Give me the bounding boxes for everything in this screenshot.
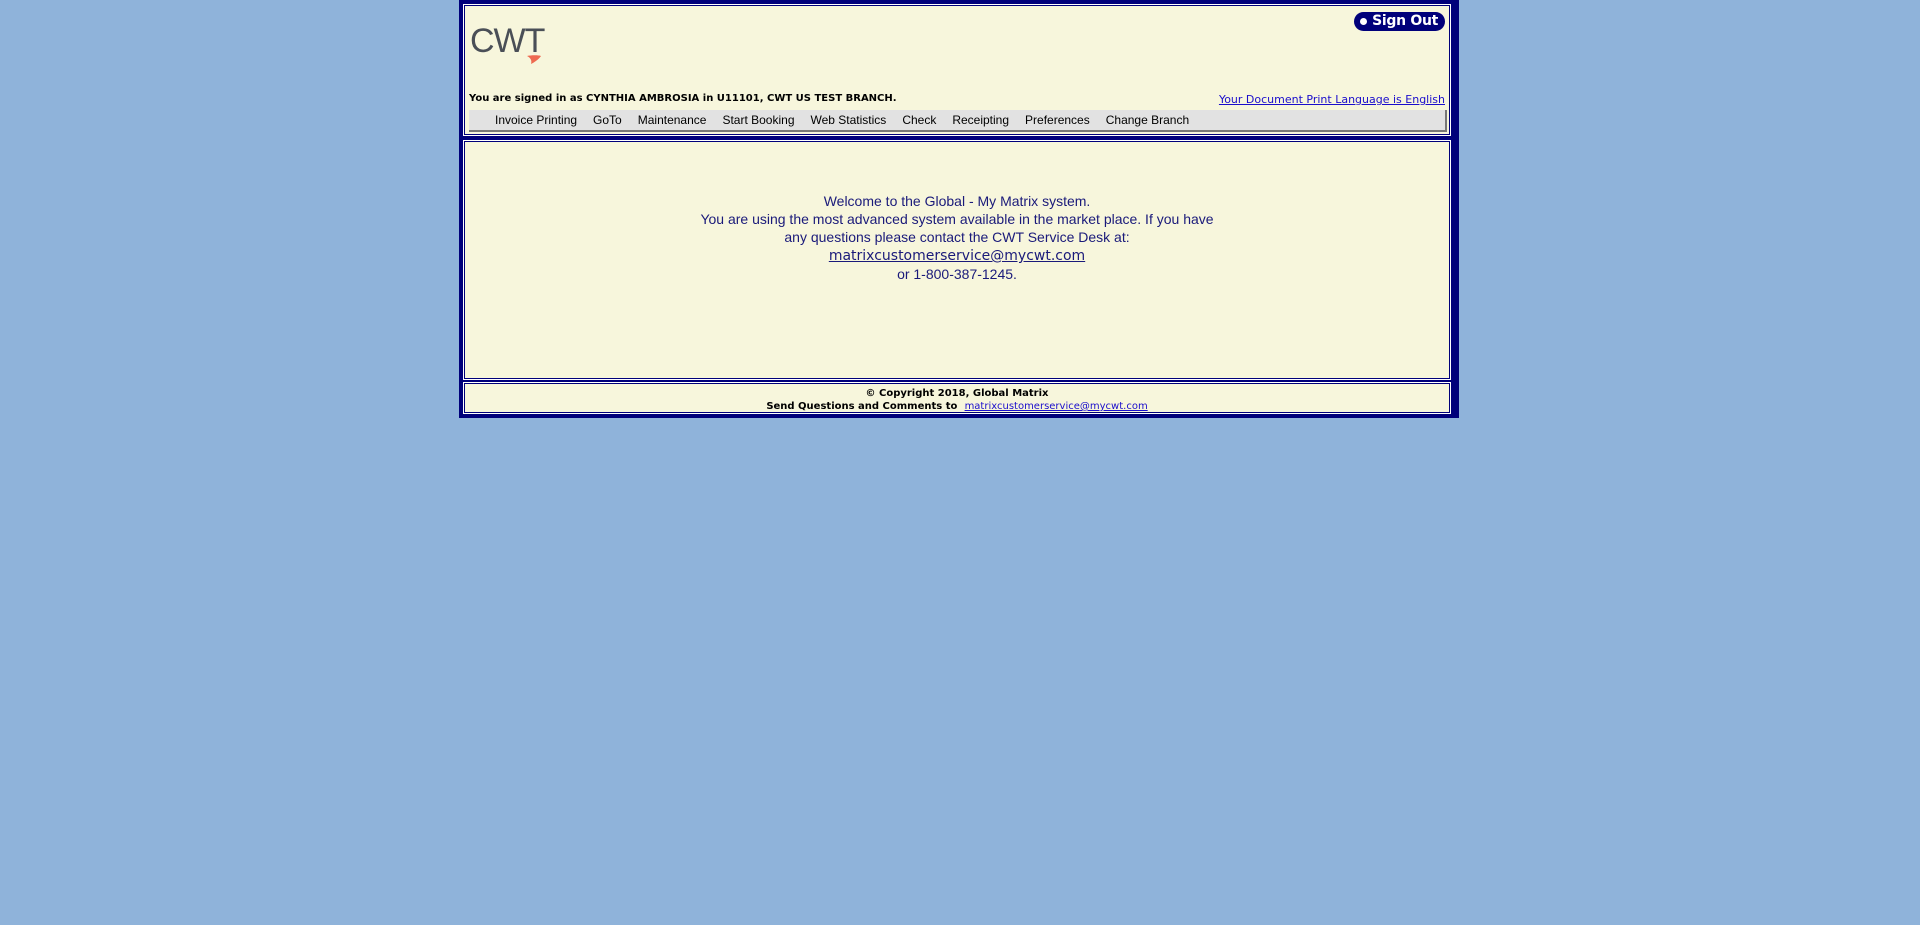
send-questions-line: Send Questions and Comments to matrixcus… <box>465 401 1449 412</box>
menu-item-maintenance[interactable]: Maintenance <box>638 113 707 127</box>
menu-item-check[interactable]: Check <box>902 113 936 127</box>
welcome-details: You are using the most advanced system a… <box>700 211 1214 245</box>
menu-item-invoice-printing[interactable]: Invoice Printing <box>495 113 577 127</box>
send-questions-label: Send Questions and Comments to <box>766 401 958 412</box>
menu-item-preferences[interactable]: Preferences <box>1025 113 1090 127</box>
menu-item-change-branch[interactable]: Change Branch <box>1106 113 1189 127</box>
sign-out-button[interactable]: Sign Out <box>1354 12 1445 31</box>
logo-text: CWT <box>470 22 545 60</box>
welcome-message: Welcome to the Global - My Matrix system… <box>465 192 1449 283</box>
menu-item-start-booking[interactable]: Start Booking <box>722 113 794 127</box>
menu-item-goto[interactable]: GoTo <box>593 113 622 127</box>
welcome-line: Welcome to the Global - My Matrix system… <box>823 193 1091 209</box>
cwt-logo: CWT <box>470 22 546 64</box>
menu-bar: Invoice Printing GoTo Maintenance Start … <box>469 110 1447 132</box>
footer-email-link[interactable]: matrixcustomerservice@mycwt.com <box>965 401 1148 412</box>
footer-panel: © Copyright 2018, Global Matrix Send Que… <box>463 382 1451 414</box>
service-desk-email-link[interactable]: matrixcustomerservice@mycwt.com <box>829 247 1085 265</box>
sign-out-label: Sign Out <box>1372 13 1438 29</box>
signed-in-status: You are signed in as CYNTHIA AMBROSIA in… <box>469 93 897 104</box>
content-panel: Welcome to the Global - My Matrix system… <box>463 140 1451 380</box>
main-frame: CWT Sign Out You are signed in as CYNTHI… <box>459 0 1459 418</box>
menu-item-receipting[interactable]: Receipting <box>952 113 1009 127</box>
phone-line: or 1-800-387-1245. <box>897 266 1017 282</box>
print-language-link[interactable]: Your Document Print Language is English <box>1219 93 1445 106</box>
menu-item-web-statistics[interactable]: Web Statistics <box>811 113 887 127</box>
copyright-text: © Copyright 2018, Global Matrix <box>865 388 1049 399</box>
header-panel: CWT Sign Out You are signed in as CYNTHI… <box>463 4 1451 136</box>
bullet-icon <box>1360 18 1368 25</box>
